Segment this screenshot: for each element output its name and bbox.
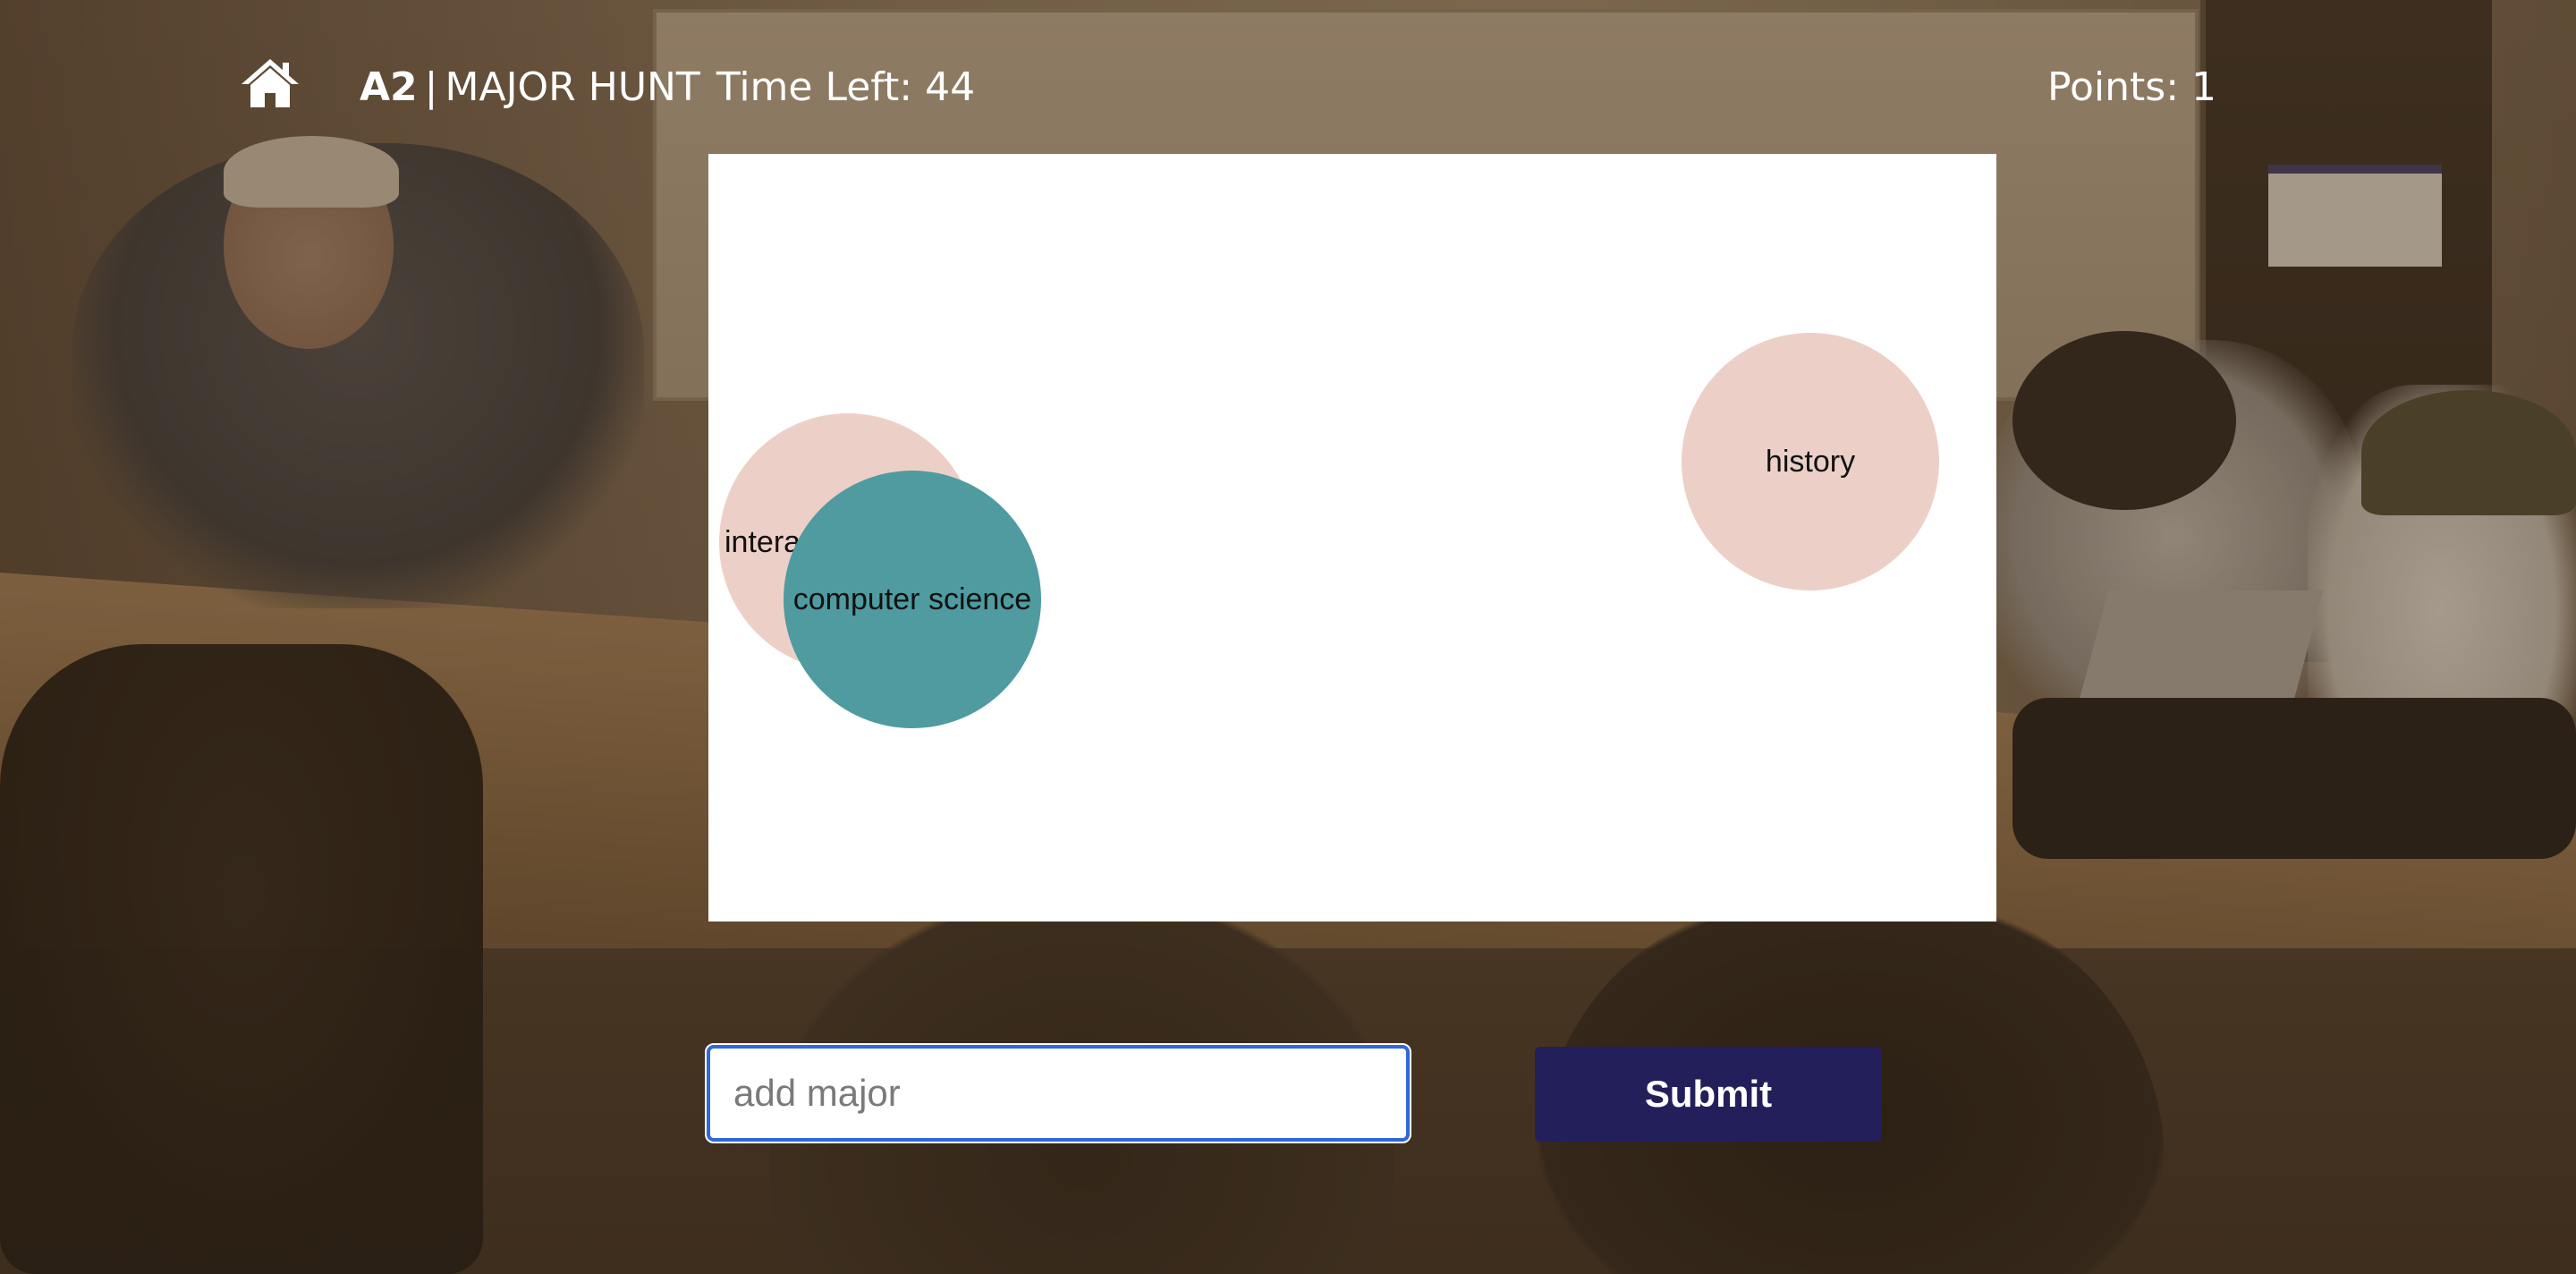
home-icon — [242, 59, 299, 107]
major-board: intera computer science history — [708, 154, 1996, 922]
major-bubble[interactable]: history — [1682, 333, 1939, 590]
major-bubble[interactable]: computer science — [784, 471, 1041, 728]
add-major-input[interactable] — [705, 1043, 1411, 1143]
home-button[interactable] — [240, 57, 301, 109]
submit-button[interactable]: Submit — [1535, 1047, 1882, 1142]
points-counter: Points: 1 — [2047, 64, 2216, 110]
game-code: A2 — [360, 64, 418, 110]
page-title: A2 | MAJOR HUNT Time Left: 44 — [360, 63, 975, 113]
title-separator: | — [424, 64, 438, 110]
time-left: Time Left: 44 — [716, 64, 976, 110]
top-bar: A2 | MAJOR HUNT Time Left: 44 Points: 1 — [0, 0, 2576, 170]
game-name: MAJOR HUNT — [445, 64, 700, 110]
